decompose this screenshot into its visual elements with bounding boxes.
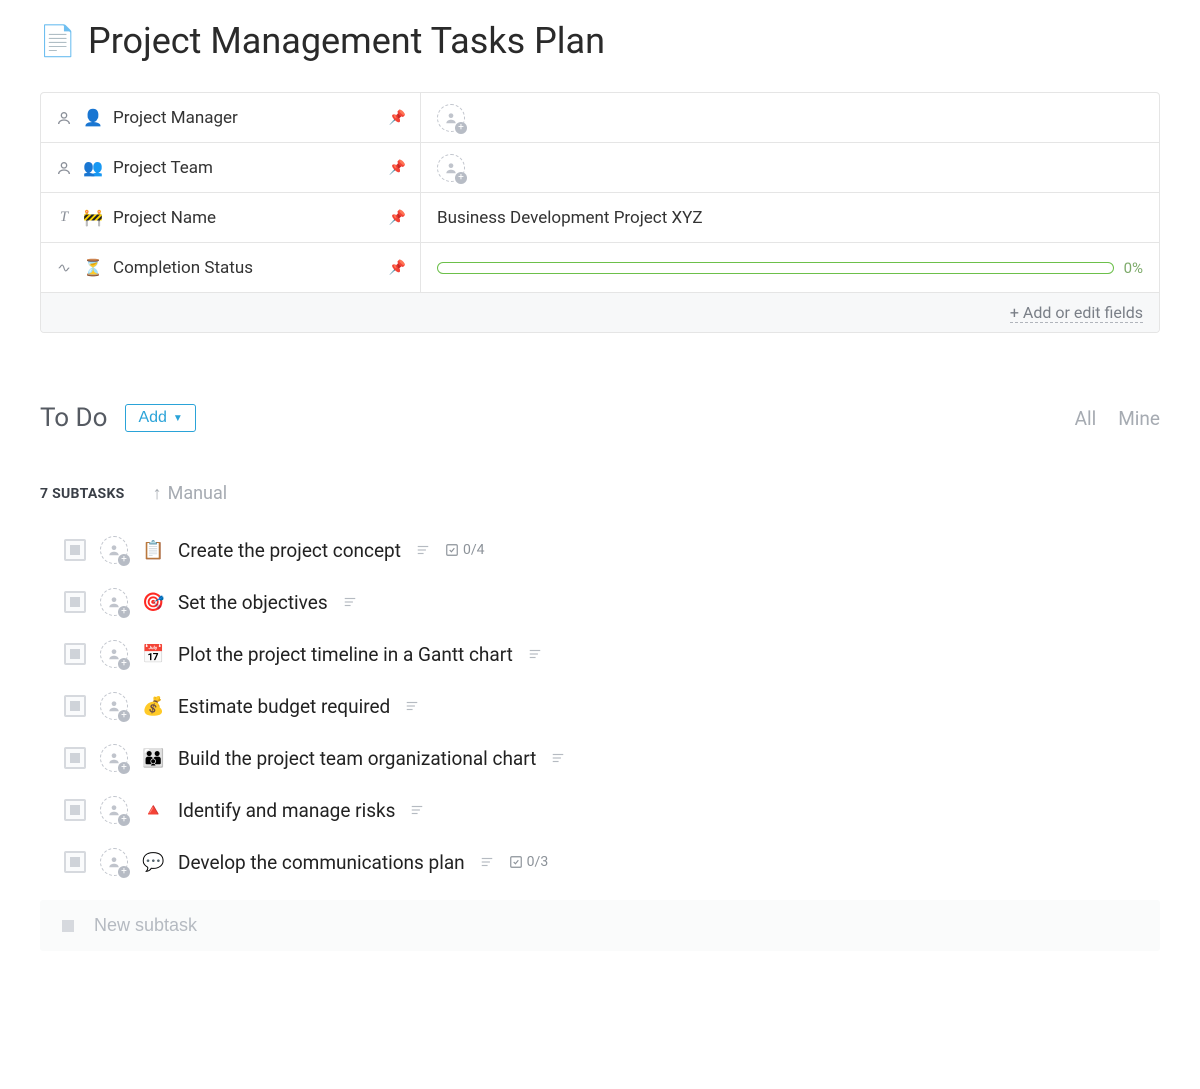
pin-icon[interactable]: 📌 [389, 210, 406, 226]
task-row[interactable]: + 💰 Estimate budget required [64, 680, 1160, 732]
filter-mine[interactable]: Mine [1118, 407, 1160, 430]
person-type-icon [55, 110, 73, 126]
completion-status-icon: ⏳ [83, 258, 103, 277]
task-emoji-icon: 👪 [142, 748, 164, 769]
subtask-progress: 0/3 [509, 854, 549, 870]
field-value[interactable]: + [421, 143, 1159, 192]
task-checkbox[interactable] [64, 591, 86, 613]
new-subtask-icon [62, 920, 74, 932]
add-person-icon[interactable]: + [437, 154, 465, 182]
task-title: Identify and manage risks [178, 799, 395, 822]
assign-person-icon[interactable]: + [100, 744, 128, 772]
field-value[interactable]: Business Development Project XYZ [421, 193, 1159, 242]
add-button-label: Add [138, 409, 166, 427]
task-row[interactable]: + 📋 Create the project concept 0/4 [64, 524, 1160, 576]
field-row-project-team[interactable]: 👥 Project Team 📌 + [41, 143, 1159, 193]
arrow-up-icon: ↑ [153, 483, 162, 504]
task-title: Estimate budget required [178, 695, 390, 718]
project-name-value: Business Development Project XYZ [437, 208, 703, 228]
description-icon [342, 595, 358, 609]
formula-type-icon [55, 261, 73, 275]
task-row[interactable]: + 💬 Develop the communications plan 0/3 [64, 836, 1160, 888]
assign-person-icon[interactable]: + [100, 640, 128, 668]
progress-percent: 0% [1124, 259, 1143, 277]
description-icon [409, 803, 425, 817]
text-type-icon: T [55, 209, 73, 226]
field-row-project-name[interactable]: T 🚧 Project Name 📌 Business Development … [41, 193, 1159, 243]
task-emoji-icon: 🔺 [142, 800, 164, 821]
description-icon [404, 699, 420, 713]
page-title: Project Management Tasks Plan [88, 20, 605, 62]
person-type-icon [55, 160, 73, 176]
add-person-icon[interactable]: + [437, 104, 465, 132]
assign-person-icon[interactable]: + [100, 848, 128, 876]
project-manager-icon: 👤 [83, 108, 103, 127]
field-value[interactable]: 0% [421, 243, 1159, 292]
section-title: To Do [40, 403, 107, 433]
task-checkbox[interactable] [64, 695, 86, 717]
pin-icon[interactable]: 📌 [389, 110, 406, 126]
task-title: Set the objectives [178, 591, 328, 614]
pin-icon[interactable]: 📌 [389, 260, 406, 276]
task-checkbox[interactable] [64, 747, 86, 769]
task-checkbox[interactable] [64, 851, 86, 873]
field-label: Project Name [113, 208, 216, 228]
filter-all[interactable]: All [1075, 407, 1097, 430]
description-icon [550, 751, 566, 765]
field-value[interactable]: + [421, 93, 1159, 142]
project-team-icon: 👥 [83, 158, 103, 177]
field-label: Project Manager [113, 108, 238, 128]
sort-label: Manual [168, 483, 228, 504]
progress-bar [437, 262, 1114, 274]
task-row[interactable]: + 📅 Plot the project timeline in a Gantt c… [64, 628, 1160, 680]
add-edit-fields-link[interactable]: + Add or edit fields [1010, 303, 1143, 323]
field-label: Project Team [113, 158, 213, 178]
field-label: Completion Status [113, 258, 253, 278]
assign-person-icon[interactable]: + [100, 692, 128, 720]
new-subtask-input[interactable] [92, 914, 1138, 937]
new-subtask-row[interactable] [40, 900, 1160, 951]
task-checkbox[interactable] [64, 643, 86, 665]
task-title: Plot the project timeline in a Gantt cha… [178, 643, 513, 666]
pin-icon[interactable]: 📌 [389, 160, 406, 176]
task-title: Build the project team organizational ch… [178, 747, 536, 770]
task-checkbox[interactable] [64, 539, 86, 561]
sort-mode[interactable]: ↑ Manual [153, 483, 228, 504]
task-title: Develop the communications plan [178, 851, 465, 874]
task-emoji-icon: 🎯 [142, 592, 164, 613]
field-row-project-manager[interactable]: 👤 Project Manager 📌 + [41, 93, 1159, 143]
description-icon [527, 647, 543, 661]
task-row[interactable]: + 🔺 Identify and manage risks [64, 784, 1160, 836]
task-emoji-icon: 📋 [142, 540, 164, 561]
fields-card: 👤 Project Manager 📌 + 👥 Project Team 📌 [40, 92, 1160, 333]
task-emoji-icon: 📅 [142, 644, 164, 665]
task-row[interactable]: + 👪 Build the project team organizational … [64, 732, 1160, 784]
task-row[interactable]: + 🎯 Set the objectives [64, 576, 1160, 628]
field-row-completion-status[interactable]: ⏳ Completion Status 📌 0% [41, 243, 1159, 293]
assign-person-icon[interactable]: + [100, 796, 128, 824]
subtask-progress: 0/4 [445, 542, 485, 558]
assign-person-icon[interactable]: + [100, 536, 128, 564]
subtask-count: 7 SUBTASKS [40, 486, 125, 502]
task-emoji-icon: 💰 [142, 696, 164, 717]
description-icon [479, 855, 495, 869]
project-name-icon: 🚧 [83, 208, 103, 227]
add-button[interactable]: Add ▼ [125, 404, 195, 432]
task-list: + 📋 Create the project concept 0/4 + 🎯 Set the… [40, 524, 1160, 888]
description-icon [415, 543, 431, 557]
chevron-down-icon: ▼ [173, 413, 183, 424]
task-title: Create the project concept [178, 539, 401, 562]
assign-person-icon[interactable]: + [100, 588, 128, 616]
task-checkbox[interactable] [64, 799, 86, 821]
document-icon: 📄 [40, 23, 76, 59]
task-emoji-icon: 💬 [142, 852, 164, 873]
